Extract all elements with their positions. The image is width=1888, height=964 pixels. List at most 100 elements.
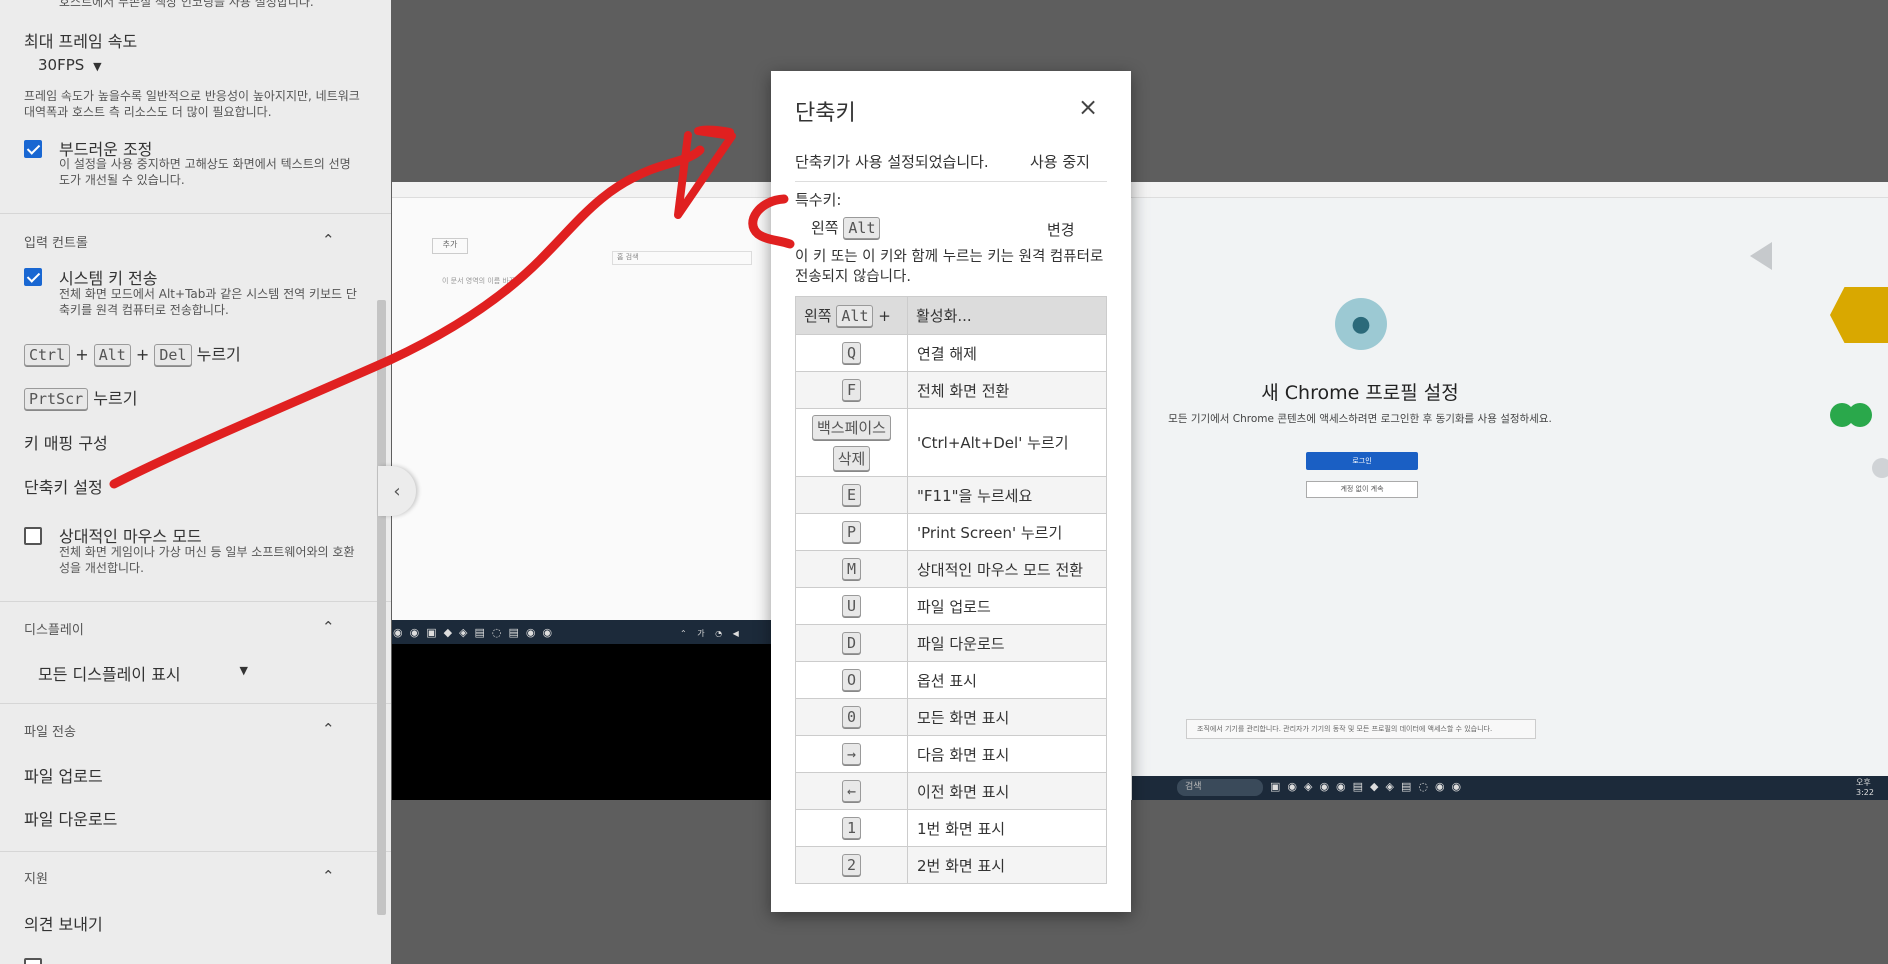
shortcut-key: Q: [841, 342, 862, 364]
table-row: ← 이전 화면 표시: [795, 772, 1107, 810]
taskbar-search[interactable]: 검색: [1177, 779, 1263, 796]
plus-sign: +: [75, 345, 89, 364]
shortcut-key-cell: 1: [795, 809, 908, 847]
divider: [0, 851, 391, 852]
system-keys-checkbox[interactable]: [24, 268, 42, 286]
shortcut-key-cell: U: [795, 587, 908, 625]
lossless-desc: 호스트에서 무손실 색상 인코딩을 사용 설정합니다.: [59, 0, 314, 9]
table-header-key: 왼쪽 Alt +: [795, 296, 908, 335]
modifier-prefix: 왼쪽: [811, 219, 839, 237]
table-row: P 'Print Screen' 누르기: [795, 513, 1107, 551]
disable-shortcuts-button[interactable]: 사용 중지: [1030, 151, 1090, 172]
plus-sign: +: [135, 345, 150, 364]
table-row: F 전체 화면 전환: [795, 371, 1107, 409]
smooth-checkbox[interactable]: [24, 140, 42, 158]
press-label: 누르기: [93, 389, 138, 408]
shortcut-key-cell: ←: [795, 772, 908, 810]
system-keys-desc: 전체 화면 모드에서 Alt+Tab과 같은 시스템 전역 키보드 단축키를 원…: [59, 287, 357, 317]
shortcut-key-cell: →: [795, 735, 908, 773]
shortcut-action: 'Ctrl+Alt+Del' 누르기: [907, 408, 1107, 477]
shortcut-key: 백스페이스: [811, 414, 891, 440]
chevron-up-icon[interactable]: ⌃: [322, 618, 335, 636]
remote-desktop-view[interactable]: 추가 홈 검색 이 문서 영역의 이름 바꾸기: [392, 182, 1888, 800]
divider: [0, 703, 391, 704]
deco-triangle: [1750, 242, 1772, 270]
table-row: U 파일 업로드: [795, 587, 1107, 625]
smooth-desc: 이 설정을 사용 중지하면 고해상도 화면에서 텍스트의 선명도가 개선될 수 …: [59, 157, 351, 187]
shortcut-key: 삭제: [832, 445, 871, 471]
chevron-up-icon[interactable]: ⌃: [322, 720, 335, 738]
chevron-up-icon[interactable]: ⌃: [322, 231, 335, 249]
max-fps-desc: 프레임 속도가 높을수록 일반적으로 반응성이 높아지지만, 네트워크 대역폭과…: [24, 89, 360, 119]
remote-titlebar: [392, 182, 1888, 198]
key-mapping-link[interactable]: 키 매핑 구성: [24, 430, 108, 454]
shortcut-action: 2번 화면 표시: [907, 846, 1107, 884]
change-modifier-button[interactable]: 변경: [1047, 219, 1075, 240]
shortcut-action: 연결 해제: [907, 334, 1107, 372]
table-row: D 파일 다운로드: [795, 624, 1107, 662]
shortcut-key: 0: [841, 706, 862, 728]
send-cad-button[interactable]: Ctrl + Alt + Del 누르기: [24, 341, 241, 366]
file-section-title: 파일 전송: [24, 725, 76, 740]
remote-left-address: 홈 검색: [612, 251, 752, 265]
max-fps-select[interactable]: 30FPS ▼: [38, 56, 102, 74]
relative-mouse-checkbox[interactable]: [24, 527, 42, 545]
shortcut-key: P: [841, 521, 862, 543]
shortcut-key-cell: F: [795, 371, 908, 409]
chrome-profile-subtitle: 모든 기기에서 Chrome 콘텐츠에 액세스하려면 로그인한 후 동기화를 사…: [1168, 413, 1552, 425]
modifier-label: 특수키:: [795, 191, 842, 209]
table-header-action: 활성화...: [907, 296, 1107, 335]
table-row: Q 연결 해제: [795, 334, 1107, 372]
options-sidebar: 호스트에서 무손실 색상 인코딩을 사용 설정합니다. 최대 프레임 속도 30…: [0, 0, 391, 964]
partial-checkbox[interactable]: [24, 958, 42, 964]
divider: [0, 601, 391, 602]
kbd-alt: Alt: [93, 344, 131, 366]
chevron-up-icon[interactable]: ⌃: [322, 867, 335, 885]
remote-black-area: [392, 644, 772, 800]
shortcut-key: O: [841, 669, 862, 691]
file-download-link[interactable]: 파일 다운로드: [24, 806, 117, 830]
shortcuts-enabled-text: 단축키가 사용 설정되었습니다.: [795, 153, 989, 171]
max-fps-title: 최대 프레임 속도: [24, 32, 138, 51]
taskbar-left-icons: ◉◉▣◆◈▤◌▤◉◉: [393, 626, 560, 639]
chevron-left-icon: ‹: [393, 480, 401, 502]
shortcut-key: ←: [841, 780, 862, 802]
chrome-no-account-button[interactable]: 계정 없이 계속: [1306, 481, 1418, 498]
remote-chrome-window: [1132, 198, 1888, 788]
dropdown-arrow-icon: ▼: [239, 664, 248, 677]
kbd-del: Del: [154, 344, 192, 366]
feedback-link[interactable]: 의견 보내기: [24, 911, 103, 935]
shortcut-key-cell: P: [795, 513, 908, 551]
chrome-login-button[interactable]: 로그인: [1306, 452, 1418, 470]
display-select[interactable]: 모든 디스플레이 표시 ▼: [38, 661, 248, 685]
shortcut-key: E: [841, 484, 862, 506]
shortcut-action: 'Print Screen' 누르기: [907, 513, 1107, 551]
sidebar-scrollbar[interactable]: [377, 300, 386, 915]
dropdown-arrow-icon: ▼: [93, 60, 102, 73]
file-upload-link[interactable]: 파일 업로드: [24, 763, 103, 787]
shortcut-dialog: 단축키 × 단축키가 사용 설정되었습니다. 사용 중지 특수키: 왼쪽 Alt…: [771, 71, 1131, 912]
taskbar-left-systray: ⌃ 가 ◔ ◀: [680, 629, 743, 638]
divider: [0, 213, 391, 214]
modifier-note: 이 키 또는 이 키와 함께 누르는 키는 원격 컴퓨터로 전송되지 않습니다.: [795, 249, 1104, 285]
close-icon[interactable]: ×: [1078, 93, 1098, 121]
send-prtscr-button[interactable]: PrtScr 누르기: [24, 385, 137, 410]
shortcut-key-cell: 2: [795, 846, 908, 884]
shortcut-settings-link[interactable]: 단축키 설정: [24, 474, 103, 498]
kbd-alt: Alt: [843, 217, 881, 239]
table-row: M 상대적인 마우스 모드 전환: [795, 550, 1107, 588]
deco-dots: [1830, 403, 1872, 427]
shortcut-action: 파일 다운로드: [907, 624, 1107, 662]
kbd-prtscr: PrtScr: [24, 388, 89, 410]
shortcut-action: 다음 화면 표시: [907, 735, 1107, 773]
modifier-value: 왼쪽 Alt: [811, 217, 881, 239]
shortcut-key-cell: E: [795, 476, 908, 514]
input-section-title: 입력 컨트롤: [24, 236, 88, 251]
shortcut-action: 옵션 표시: [907, 661, 1107, 699]
shortcut-key-cell: Q: [795, 334, 908, 372]
table-row: 백스페이스삭제 'Ctrl+Alt+Del' 누르기: [795, 408, 1107, 477]
deco-circle: [1872, 458, 1888, 478]
shortcut-key-cell: D: [795, 624, 908, 662]
shortcut-key-cell: M: [795, 550, 908, 588]
shortcut-table: 왼쪽 Alt + 활성화... Q 연결 해제 F 전체 화면 전환백스페이스삭제 'C…: [795, 296, 1107, 884]
